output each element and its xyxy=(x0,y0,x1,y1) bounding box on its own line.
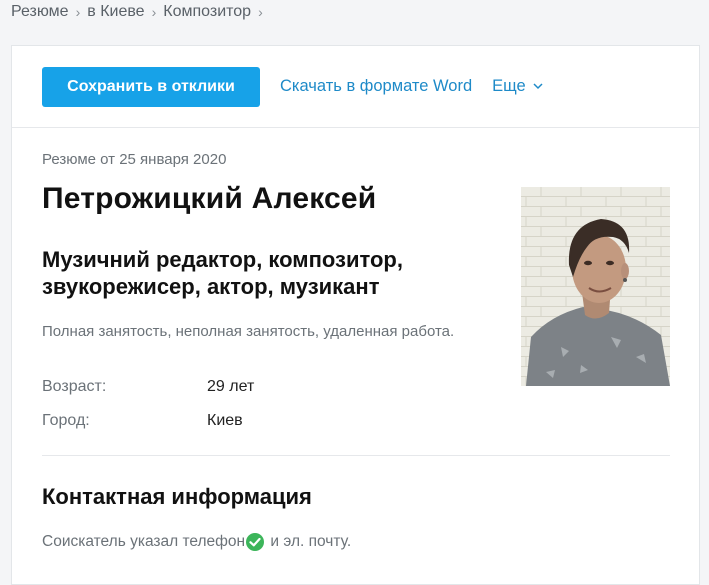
more-label: Еще xyxy=(492,77,526,95)
city-label: Город: xyxy=(42,412,90,429)
resume-card: Сохранить в отклики Скачать в формате Wo… xyxy=(11,45,700,585)
contacts-title: Контактная информация xyxy=(42,484,312,509)
age-label: Возраст: xyxy=(42,378,107,395)
chevron-right-icon: › xyxy=(75,4,81,20)
chevron-right-icon: › xyxy=(151,4,157,20)
more-dropdown[interactable]: Еще xyxy=(492,77,543,96)
breadcrumb: Резюме › в Киеве › Композитор › xyxy=(11,3,270,21)
contacts-note: Соискатель указал телефон и эл. почту. xyxy=(42,533,351,551)
breadcrumb-item-resume[interactable]: Резюме xyxy=(11,3,69,21)
candidate-name: Петрожицкий Алексей xyxy=(42,182,377,215)
chevron-down-icon xyxy=(533,83,543,90)
divider xyxy=(42,455,670,456)
resume-toolbar: Сохранить в отклики Скачать в формате Wo… xyxy=(12,46,699,128)
breadcrumb-item-composer[interactable]: Композитор xyxy=(163,3,251,21)
contacts-note-text: Соискатель указал телефон xyxy=(42,533,246,550)
contacts-note-text-end: и эл. почту. xyxy=(266,533,352,550)
breadcrumb-item-kiev[interactable]: в Киеве xyxy=(87,3,144,21)
resume-date: Резюме от 25 января 2020 xyxy=(42,151,227,168)
chevron-right-icon: › xyxy=(258,4,263,20)
age-row: Возраст: 29 лет xyxy=(42,378,254,396)
age-value: 29 лет xyxy=(207,378,255,395)
city-row: Город: Киев xyxy=(42,412,243,430)
check-circle-icon xyxy=(246,533,265,551)
download-word-link[interactable]: Скачать в формате Word xyxy=(280,77,472,96)
employment-type: Полная занятость, неполная занятость, уд… xyxy=(42,323,455,340)
candidate-photo xyxy=(521,187,670,386)
desired-position: Музичний редактор, композитор, звукорежи… xyxy=(42,247,403,299)
save-to-responses-button[interactable]: Сохранить в отклики xyxy=(42,66,260,107)
city-value: Киев xyxy=(207,412,243,429)
